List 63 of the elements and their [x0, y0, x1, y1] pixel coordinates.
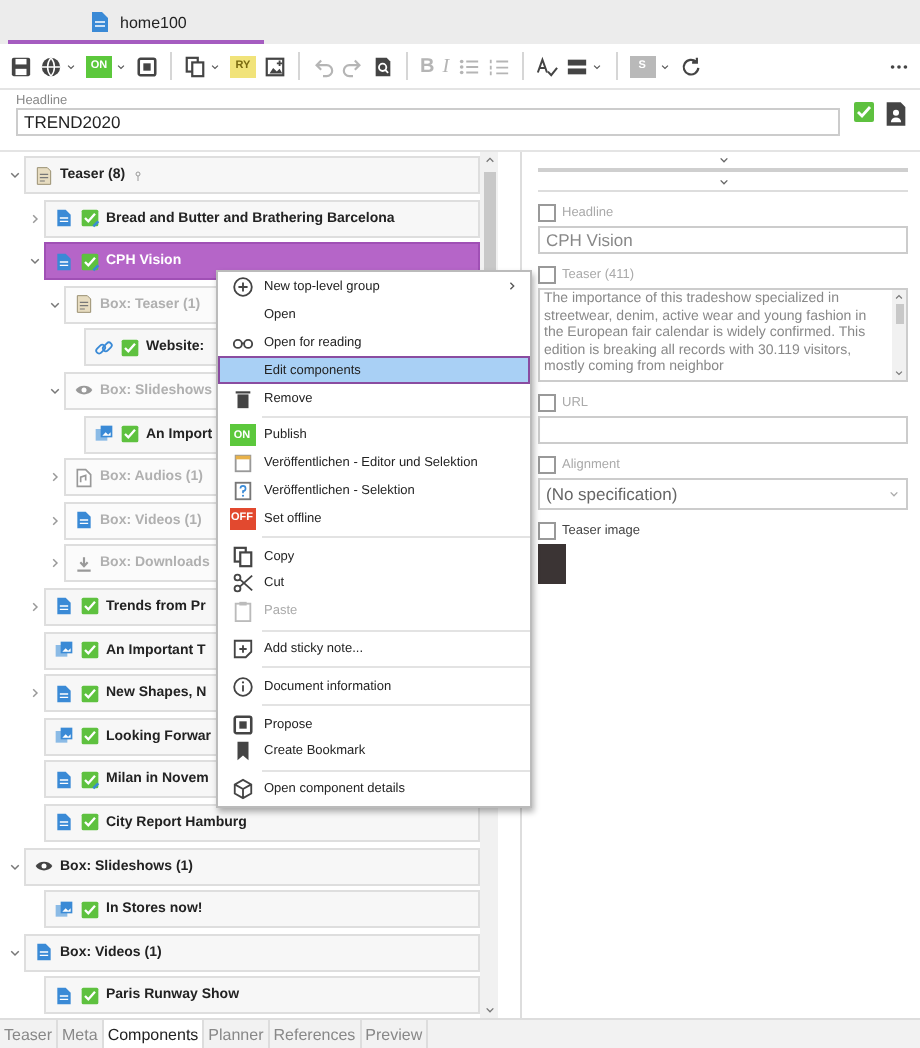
- text-field[interactable]: [538, 415, 908, 444]
- text-area[interactable]: [538, 288, 908, 382]
- document-search-icon: [372, 55, 394, 77]
- document-icon: [54, 985, 74, 1006]
- document-icon: [74, 510, 94, 531]
- chevron-down-icon: [114, 59, 128, 73]
- calendar-icon: [231, 452, 253, 475]
- download-icon: [74, 553, 94, 574]
- gallery-icon: [54, 899, 74, 920]
- help-icon: [231, 479, 253, 502]
- document-icon: [54, 683, 74, 704]
- approved-check-icon: [852, 100, 876, 124]
- image-add-icon: [264, 55, 286, 77]
- refresh-icon: [679, 55, 702, 77]
- headline-field[interactable]: TREND2020: [16, 108, 840, 136]
- chevron-down-icon: [481, 1002, 497, 1018]
- trash-icon: [231, 387, 253, 410]
- cube-icon: [231, 778, 253, 801]
- tab[interactable]: Components: [103, 1020, 205, 1048]
- chevron-down-icon: [892, 365, 906, 380]
- chevron-down-icon: [589, 59, 604, 73]
- info-icon: [231, 675, 253, 698]
- clipboard-icon: [231, 600, 253, 623]
- scrollbar-thumb[interactable]: [895, 304, 903, 324]
- document-icon: [54, 769, 74, 790]
- line-style-icon: [565, 55, 588, 77]
- document-icon: [88, 10, 112, 34]
- page-icon: [34, 165, 54, 185]
- document-icon: [34, 942, 54, 963]
- media-frame-icon: [136, 55, 158, 77]
- eye-icon: [34, 856, 54, 876]
- copy-icon: [184, 55, 206, 77]
- audio-document-icon: [74, 467, 94, 488]
- scrollbar[interactable]: [892, 290, 906, 380]
- document-person-icon: [882, 100, 910, 128]
- photo-placeholder: [538, 543, 566, 584]
- page-icon: [74, 294, 94, 315]
- gallery-icon: [54, 640, 74, 661]
- media-frame-icon: [231, 713, 253, 736]
- globe-icon: [40, 55, 62, 77]
- save-icon: [10, 55, 32, 77]
- bulleted-list-icon: [457, 55, 480, 77]
- redo-icon: [342, 55, 364, 77]
- sticky-note-icon: [231, 637, 253, 660]
- link-icon: [94, 337, 114, 358]
- chevron-up-icon: [892, 290, 906, 304]
- chevron-down-icon: [208, 59, 222, 73]
- chevron-down-icon: [64, 59, 78, 73]
- document-icon: [54, 251, 74, 272]
- numbered-list-icon: [487, 55, 510, 77]
- document-icon: [54, 812, 74, 833]
- plus-circle-icon: [231, 276, 253, 299]
- chevron-up-icon: [481, 152, 497, 168]
- document-icon: [54, 596, 74, 617]
- gallery-icon: [54, 726, 74, 747]
- scissors-icon: [231, 572, 253, 595]
- checkbox[interactable]: [538, 521, 556, 540]
- gallery-icon: [94, 424, 114, 445]
- undo-icon: [312, 55, 334, 77]
- spellcheck-icon: [535, 55, 558, 77]
- document-icon: [54, 208, 74, 229]
- chevron-down-icon: [657, 59, 672, 73]
- copy-icon: [231, 545, 253, 568]
